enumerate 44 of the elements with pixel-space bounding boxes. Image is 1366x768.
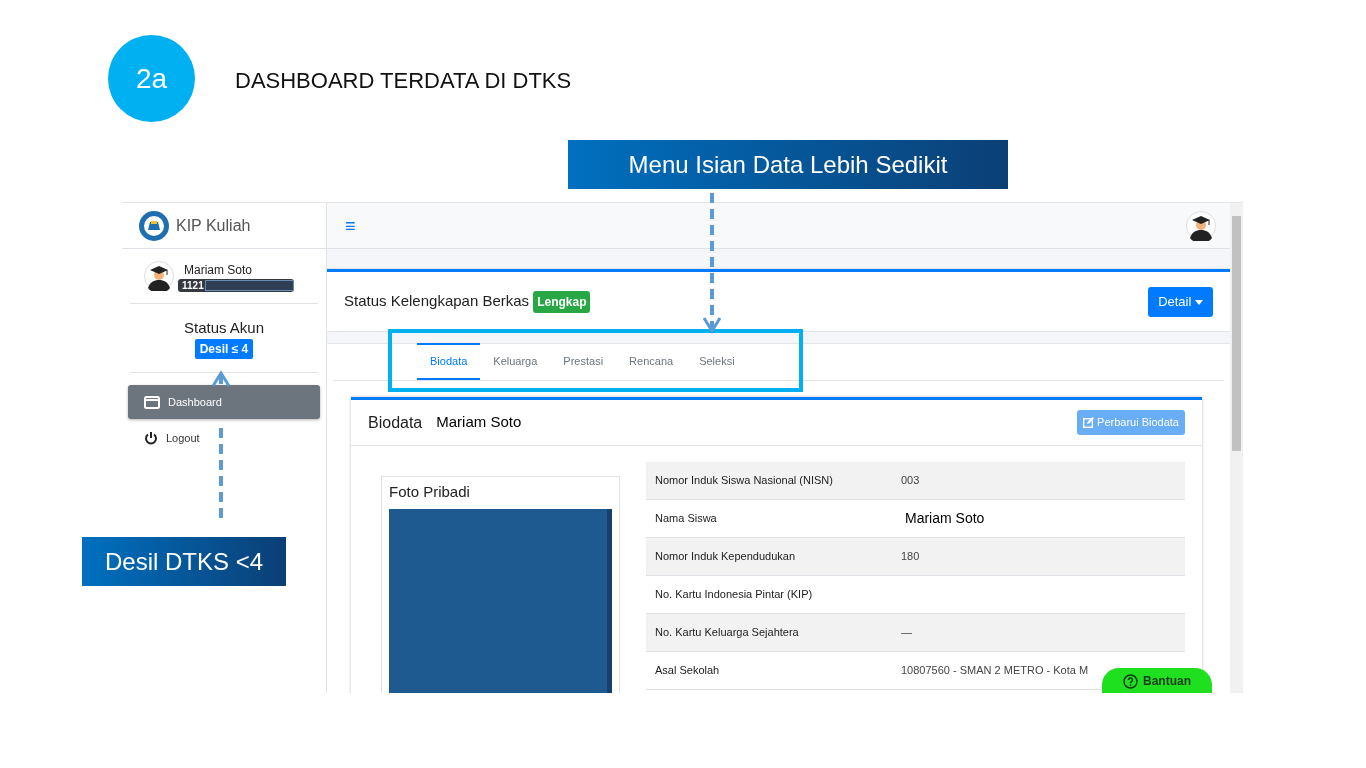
field-label: Nomor Induk Kependudukan xyxy=(655,549,797,565)
tab[interactable]: Prestasi xyxy=(550,343,617,380)
avatar-icon[interactable] xyxy=(1186,210,1216,241)
status-badge: Lengkap xyxy=(533,290,591,313)
status-badge: Desil ≤ 4 xyxy=(194,339,254,360)
tab[interactable]: Seleksi xyxy=(686,343,748,380)
field-value: 180 xyxy=(901,549,920,565)
field-value: 003 xyxy=(901,473,920,489)
sidebar-item[interactable]: Logout xyxy=(128,421,320,455)
field-label: No. Kartu Keluarga Sejahtera xyxy=(655,625,800,641)
power-icon xyxy=(144,431,158,445)
user-id: 1121 xyxy=(182,278,204,293)
tab[interactable]: Rencana xyxy=(616,343,687,380)
status-title: Status Akun xyxy=(183,317,265,338)
step-badge: 2a xyxy=(108,35,195,122)
card-title: Biodata xyxy=(368,412,423,433)
callout-label: Menu Isian Data Lebih Sedikit xyxy=(568,140,1008,189)
help-button[interactable]: Bantuan xyxy=(1102,668,1212,693)
tab[interactable]: Biodata xyxy=(417,343,481,380)
scrollbar-thumb[interactable] xyxy=(1232,216,1241,451)
status-label: Status Kelengkapan Berkas xyxy=(344,291,530,312)
menu-button[interactable]: ≡ xyxy=(345,216,356,235)
avatar-icon xyxy=(144,261,174,291)
brand-name: KIP Kuliah xyxy=(176,215,251,236)
field-label: No. Kartu Indonesia Pintar (KIP) xyxy=(655,587,814,603)
help-icon xyxy=(1123,673,1138,689)
slide-title: DASHBOARD TERDATA DI DTKS xyxy=(235,67,572,95)
tab[interactable]: Keluarga xyxy=(480,343,551,380)
student-name: Mariam Soto xyxy=(436,412,522,433)
caret-icon xyxy=(1195,299,1203,305)
field-value: Mariam Soto xyxy=(904,509,985,528)
field-label: Nomor Induk Siswa Nasional (NISN) xyxy=(655,473,834,489)
edit-icon xyxy=(1083,417,1095,428)
user-name: Mariam Soto xyxy=(184,261,254,279)
sidebar-item[interactable]: Dashboard xyxy=(128,385,320,419)
logo-icon xyxy=(138,209,170,242)
field-label: Nama Siswa xyxy=(655,511,718,527)
detail-button[interactable]: Detail xyxy=(1148,286,1213,317)
callout-label: Desil DTKS <4 xyxy=(82,537,286,586)
field-label: Asal Sekolah xyxy=(655,663,721,679)
window-icon xyxy=(144,395,160,409)
field-value: 10807560 - SMAN 2 METRO - Kota M xyxy=(901,663,1089,679)
field-value: — xyxy=(901,625,912,641)
photo-title: Foto Pribadi xyxy=(389,482,471,502)
